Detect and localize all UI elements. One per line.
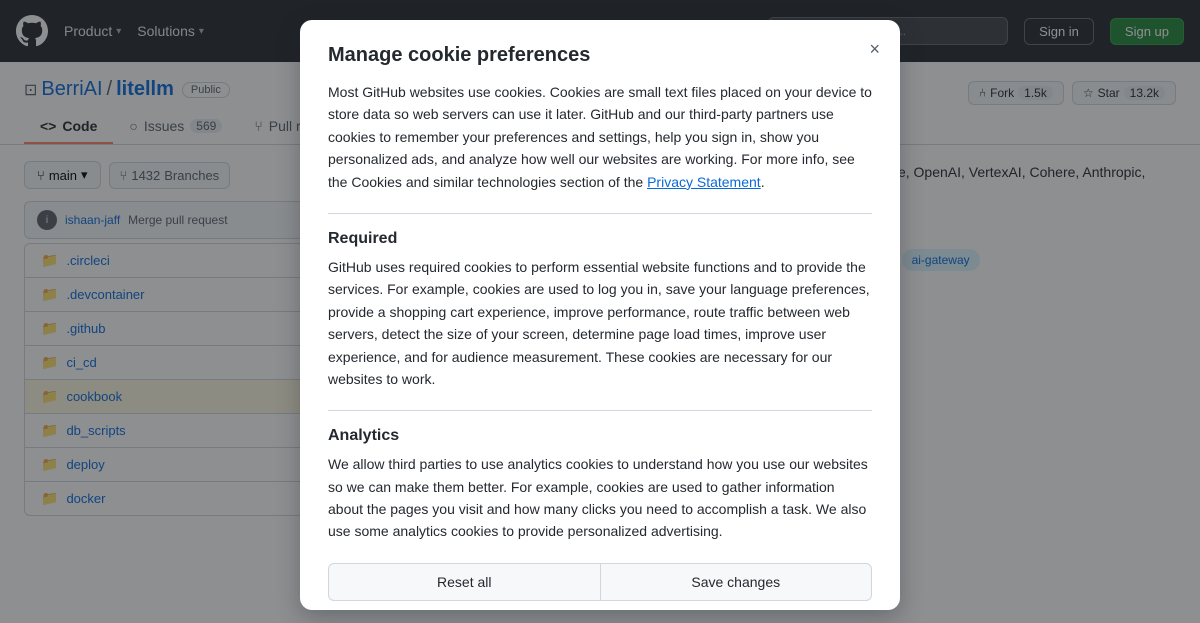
analytics-section-title: Analytics <box>328 427 872 445</box>
required-section-title: Required <box>328 230 872 248</box>
modal-close-button[interactable]: × <box>865 36 884 62</box>
modal-intro-text: Most GitHub websites use cookies. Cookie… <box>328 81 872 193</box>
page-background: Product ▾ Solutions ▾ 🔍 Search or jump t… <box>0 0 1200 623</box>
save-changes-button[interactable]: Save changes <box>600 563 873 601</box>
reset-all-button[interactable]: Reset all <box>328 563 600 601</box>
required-section-body: GitHub uses required cookies to perform … <box>328 256 872 390</box>
modal-divider-2 <box>328 410 872 411</box>
analytics-section-body: We allow third parties to use analytics … <box>328 453 872 543</box>
privacy-statement-link[interactable]: Privacy Statement <box>647 174 761 190</box>
modal-actions: Reset all Save changes <box>328 563 872 601</box>
cookie-modal: × Manage cookie preferences Most GitHub … <box>300 20 900 610</box>
modal-overlay: × Manage cookie preferences Most GitHub … <box>0 0 1200 623</box>
modal-title: Manage cookie preferences <box>328 44 872 67</box>
modal-divider <box>328 213 872 214</box>
